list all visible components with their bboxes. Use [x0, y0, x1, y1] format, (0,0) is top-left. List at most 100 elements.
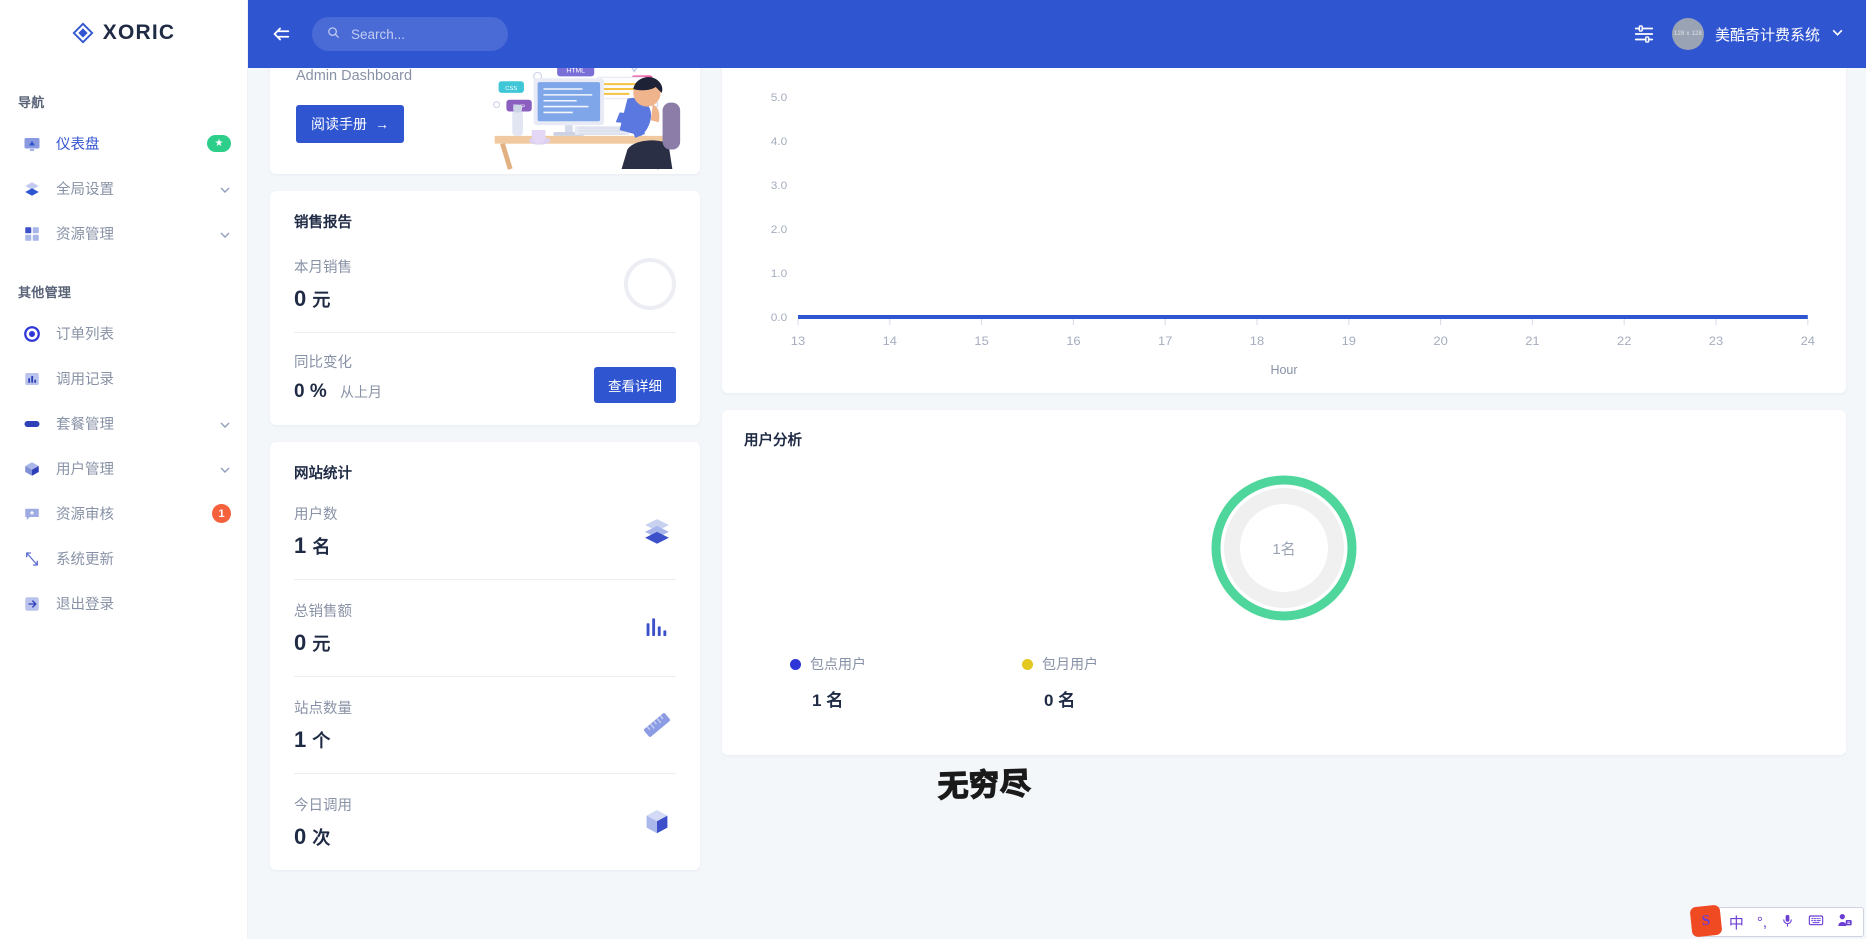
- legend-number: 1: [812, 691, 822, 710]
- legend-number: 0: [1044, 691, 1054, 710]
- sliders-icon[interactable]: [1633, 23, 1655, 45]
- stat-label: 用户数: [294, 507, 338, 523]
- welcome-card: 欢迎回来！ Admin Dashboard 阅读手册 → HTML CSS PH…: [270, 68, 700, 174]
- sogou-logo-icon[interactable]: S: [1689, 904, 1723, 938]
- sidebar-item-order-list[interactable]: 订单列表: [0, 311, 247, 356]
- sidebar-item-label: 退出登录: [56, 597, 114, 613]
- svg-text:3.0: 3.0: [771, 180, 788, 192]
- stat-number: 0: [294, 630, 307, 655]
- stat-label: 总销售额: [294, 604, 352, 620]
- ime-toolbar[interactable]: S 中 °,: [1689, 904, 1864, 938]
- search-box[interactable]: [312, 17, 508, 51]
- view-detail-button[interactable]: 查看详细: [594, 367, 676, 403]
- sidebar-item-resource-audit[interactable]: 资源审核 1: [0, 491, 247, 536]
- left-column: 欢迎回来！ Admin Dashboard 阅读手册 → HTML CSS PH…: [270, 68, 700, 870]
- dashboard-board: 欢迎回来！ Admin Dashboard 阅读手册 → HTML CSS PH…: [248, 68, 1866, 939]
- sidebar-item-call-records[interactable]: 调用记录: [0, 356, 247, 401]
- svg-text:15: 15: [974, 334, 988, 347]
- stat-unit: 名: [312, 537, 331, 557]
- sidebar-item-label: 订单列表: [56, 327, 114, 343]
- chevron-down-icon: [1831, 26, 1844, 42]
- change-number: 0: [294, 381, 305, 402]
- card-title: 销售报告: [294, 215, 352, 231]
- sidebar-item-logout[interactable]: 退出登录: [0, 581, 247, 626]
- sidebar-item-package-management[interactable]: 套餐管理: [0, 401, 247, 446]
- stat-label: 今日调用: [294, 798, 352, 814]
- nav-section-other: 其他管理 订单列表 调用记录 套餐管理 用户管理 资源审核 1 系统更新 退出登…: [0, 276, 247, 626]
- svg-text:18: 18: [1250, 334, 1264, 347]
- change-row: 同比变化 0 % 从上月 查看详细: [294, 351, 676, 403]
- ime-mode-chinese[interactable]: 中: [1729, 912, 1744, 933]
- grid-icon: [22, 224, 42, 244]
- sales-report-card: 销售报告 本月销售 0 元 同比变化 0 % 从上月 查看详细: [270, 191, 700, 425]
- bar-chart-icon: [638, 609, 676, 647]
- sidebar-item-label: 调用记录: [56, 372, 114, 388]
- svg-text:1.0: 1.0: [771, 268, 788, 280]
- sidebar-item-label: 资源管理: [56, 227, 114, 243]
- donut-center-label: 1名: [1272, 540, 1296, 558]
- sidebar-item-label: 系统更新: [56, 552, 114, 568]
- sidebar-item-label: 资源审核: [56, 507, 114, 523]
- site-statistics-card: 网站统计 用户数 1 名 总销售额 0 元 站点数量 1 个 今日调用 0 次: [270, 442, 700, 870]
- stat-number: 0: [294, 824, 307, 849]
- bar-chart-icon: [22, 369, 42, 389]
- svg-text:22: 22: [1617, 334, 1631, 347]
- arrow-right-icon: →: [375, 116, 389, 132]
- sidebar-item-global-settings[interactable]: 全局设置: [0, 166, 247, 211]
- ime-punctuation-toggle[interactable]: °,: [1757, 914, 1767, 931]
- sidebar-item-label: 套餐管理: [56, 417, 114, 433]
- x-axis-label: Hour: [1270, 363, 1298, 377]
- stat-value: 1 个: [294, 727, 352, 753]
- developer-desk-illustration: HTML CSS PHP JS: [481, 68, 686, 174]
- legend-value: 0 名: [1022, 686, 1254, 711]
- divider: [294, 332, 676, 333]
- stat-unit: 元: [312, 634, 331, 654]
- monthly-sales-value: 0 元: [294, 286, 352, 312]
- change-unit: %: [309, 381, 327, 402]
- usage-line-chart: 5.0 4.0 3.0 2.0 1.0 0.0 13 14 15 16 17 1…: [744, 68, 1824, 361]
- sidebar-item-dashboard[interactable]: 仪表盘 ★: [0, 121, 247, 166]
- svg-text:CSS: CSS: [505, 86, 517, 92]
- svg-text:17: 17: [1158, 334, 1172, 347]
- user-donut-chart: 1名: [1208, 472, 1360, 624]
- legend-dot-icon: [1022, 658, 1033, 670]
- donut-legend: 包点用户 1 名 包月用户 0 名: [744, 654, 1824, 711]
- status-badge: 1: [212, 504, 231, 523]
- sidebar-item-system-update[interactable]: 系统更新: [0, 536, 247, 581]
- legend-dot-icon: [790, 658, 801, 670]
- diamond-logo-icon: [72, 22, 94, 44]
- brand-logo[interactable]: XORIC: [0, 0, 247, 66]
- search-input[interactable]: [351, 26, 494, 42]
- stat-row-sites: 站点数量 1 个: [294, 677, 676, 774]
- donut-chart-wrap: 1名: [744, 472, 1824, 624]
- change-label: 同比变化: [294, 355, 352, 371]
- legend-unit: 名: [1058, 691, 1076, 710]
- monthly-sales-label: 本月销售: [294, 260, 352, 276]
- stat-value: 0 次: [294, 824, 352, 850]
- circle-icon: [22, 324, 42, 344]
- user-menu[interactable]: 128 x 128 美酷奇计费系统: [1671, 18, 1844, 50]
- sales-progress-ring: [624, 258, 676, 310]
- usage-statistics-card: 调用使用统计: [722, 68, 1846, 393]
- change-value: 0 % 从上月: [294, 381, 382, 403]
- read-manual-button[interactable]: 阅读手册 →: [296, 105, 404, 143]
- legend-item-point-users: 包点用户 1 名: [790, 654, 1022, 711]
- cube-icon: [22, 459, 42, 479]
- card-title: 用户分析: [744, 433, 802, 449]
- svg-text:HTML: HTML: [566, 68, 585, 74]
- svg-text:23: 23: [1709, 334, 1723, 347]
- svg-text:20: 20: [1433, 334, 1447, 347]
- stat-label: 站点数量: [294, 701, 352, 717]
- mic-icon[interactable]: [1780, 913, 1795, 932]
- svg-text:24: 24: [1801, 334, 1815, 347]
- user-card-icon[interactable]: [1837, 912, 1853, 932]
- svg-text:5.0: 5.0: [771, 92, 788, 104]
- sidebar-item-label: 仪表盘: [56, 137, 100, 153]
- sidebar-item-resource-management[interactable]: 资源管理: [0, 211, 247, 256]
- search-icon: [326, 25, 341, 43]
- collapse-left-icon[interactable]: [266, 19, 296, 49]
- svg-text:2.0: 2.0: [771, 224, 788, 236]
- keyboard-icon[interactable]: [1808, 912, 1824, 932]
- monthly-sales-unit: 元: [312, 290, 331, 310]
- sidebar-item-user-management[interactable]: 用户管理: [0, 446, 247, 491]
